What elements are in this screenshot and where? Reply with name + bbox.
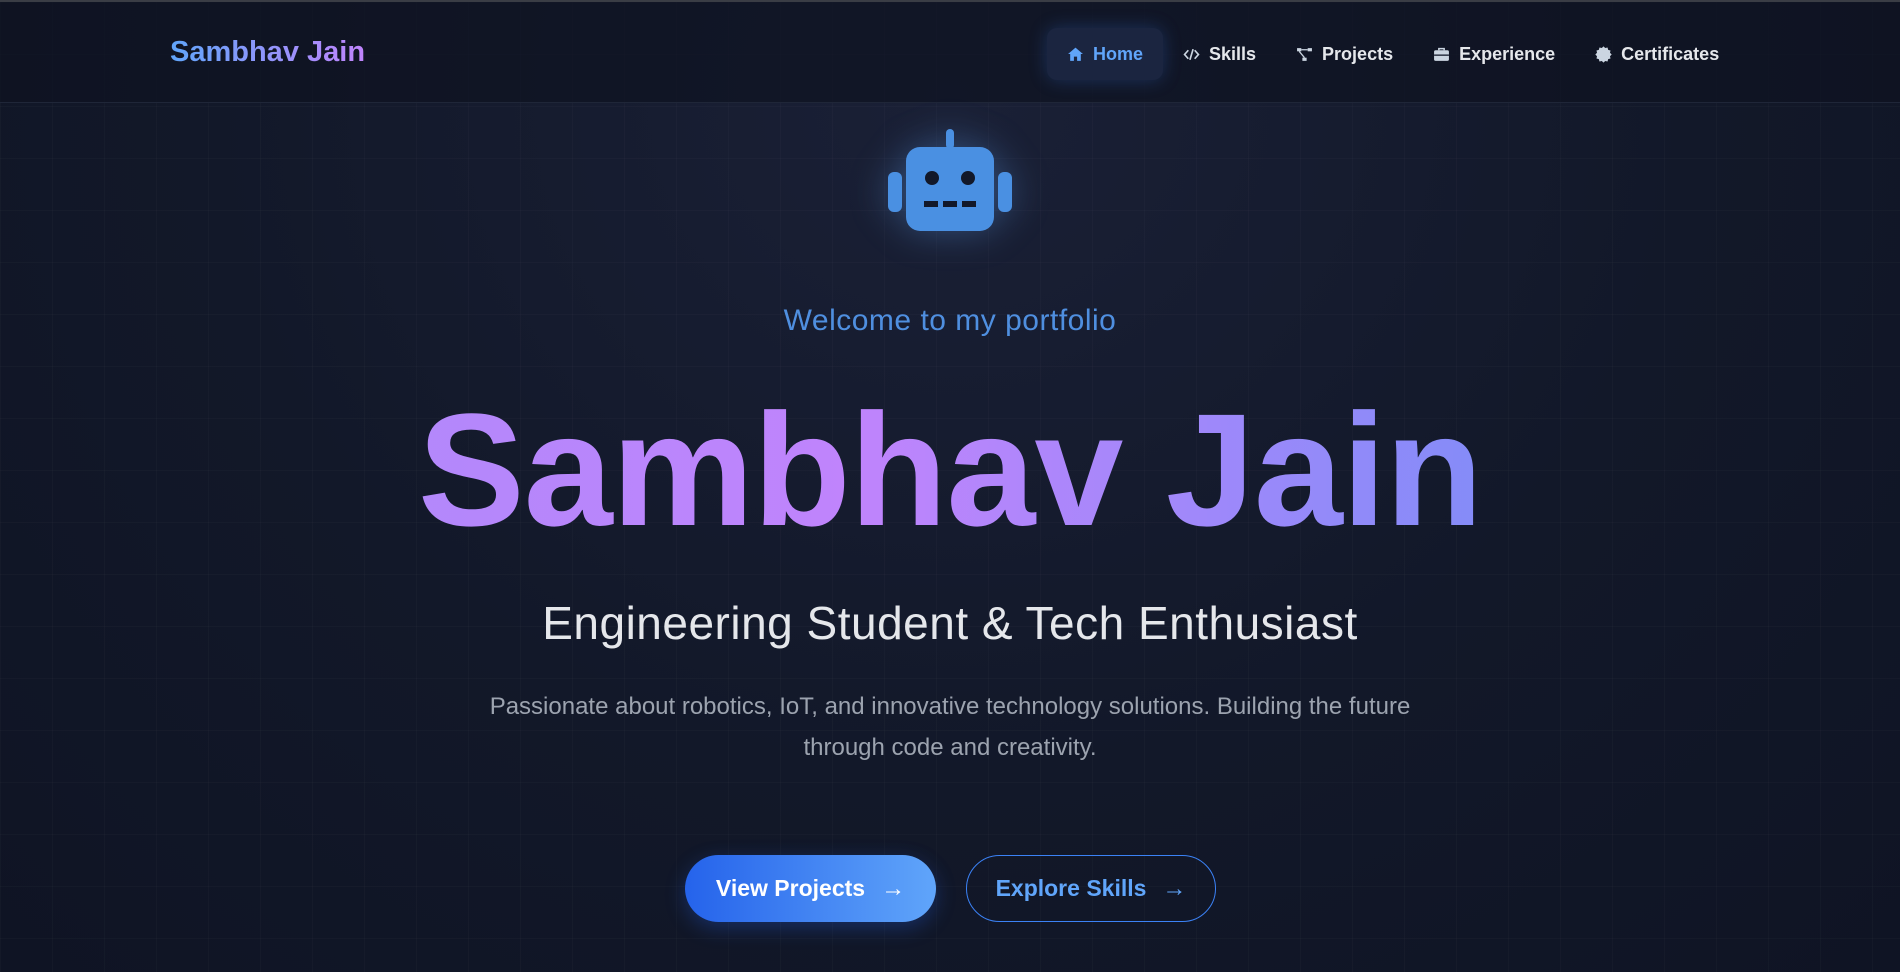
- nav-label-certificates: Certificates: [1621, 43, 1720, 64]
- hero-description: Passionate about robotics, IoT, and inno…: [489, 693, 1411, 761]
- nav-item-home[interactable]: Home: [1047, 28, 1164, 80]
- hero-name: Sambhav Jain: [0, 390, 1900, 550]
- explore-skills-label: Explore Skills: [995, 875, 1147, 901]
- brand-logo[interactable]: Sambhav Jain: [170, 36, 365, 69]
- nav-label-projects: Projects: [1322, 43, 1394, 64]
- nav-item-skills[interactable]: Skills: [1163, 28, 1276, 80]
- top-navbar: Sambhav Jain Home Skills Projects Experi…: [0, 2, 1900, 103]
- project-diagram-icon: [1297, 47, 1312, 61]
- nav-label-experience: Experience: [1459, 43, 1556, 64]
- welcome-text: Welcome to my portfolio: [783, 304, 1117, 337]
- arrow-right-icon: →: [881, 874, 906, 902]
- view-projects-label: View Projects: [715, 875, 866, 901]
- briefcase-icon: [1434, 47, 1450, 61]
- nav-label-skills: Skills: [1209, 43, 1257, 64]
- arrow-right-icon: →: [1162, 874, 1187, 902]
- nav-item-experience[interactable]: Experience: [1413, 28, 1575, 80]
- home-icon: [1068, 47, 1083, 61]
- nav-item-certificates[interactable]: Certificates: [1575, 28, 1739, 80]
- hero-tagline: Engineering Student & Tech Enthusiast: [542, 597, 1358, 649]
- nav-item-projects[interactable]: Projects: [1276, 28, 1413, 80]
- page: Sambhav Jain Home Skills Projects Experi…: [0, 0, 1900, 972]
- code-icon: [1183, 48, 1200, 60]
- nav-label-home: Home: [1093, 43, 1144, 64]
- robot-icon: [888, 129, 1012, 231]
- view-projects-button[interactable]: View Projects →: [685, 855, 936, 922]
- nav-links: Home Skills Projects Experience Certific…: [1047, 28, 1739, 80]
- certificate-icon: [1595, 45, 1612, 63]
- explore-skills-button[interactable]: Explore Skills →: [966, 855, 1216, 922]
